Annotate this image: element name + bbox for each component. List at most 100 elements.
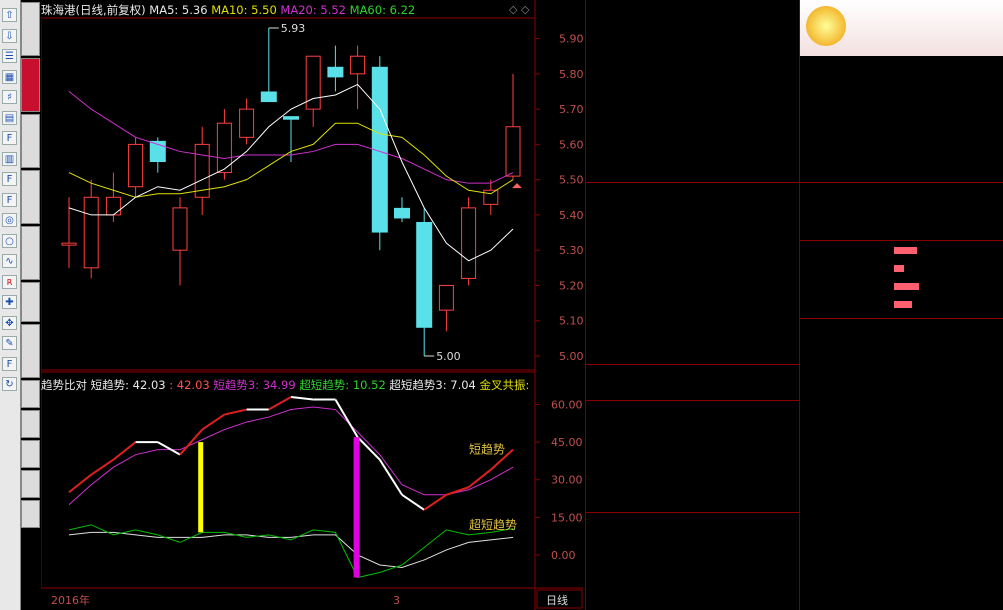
side-tab-11[interactable] bbox=[21, 500, 40, 528]
side-tab-9[interactable] bbox=[21, 440, 40, 468]
book-divider-4 bbox=[586, 512, 799, 513]
ask-row[interactable] bbox=[586, 110, 799, 128]
round-icon[interactable]: ◎ bbox=[2, 213, 17, 227]
ask-row[interactable] bbox=[586, 20, 799, 38]
y-tick-label: 5.00 bbox=[559, 350, 583, 363]
quote-panel bbox=[799, 0, 1003, 610]
ask-row[interactable] bbox=[586, 92, 799, 110]
news-icon[interactable]: ▤ bbox=[2, 110, 17, 125]
ask-row[interactable] bbox=[586, 128, 799, 146]
finance-icon[interactable]: ▥ bbox=[2, 151, 17, 166]
book-divider bbox=[586, 182, 799, 183]
ask-row[interactable] bbox=[586, 38, 799, 56]
f-icon[interactable]: F bbox=[2, 172, 17, 186]
candle-body-up bbox=[438, 284, 454, 311]
bid-row[interactable] bbox=[586, 220, 799, 238]
ind-tick-label: 0.00 bbox=[551, 549, 576, 562]
candle-body-down bbox=[394, 207, 410, 219]
fiz-icon[interactable]: F bbox=[2, 192, 17, 207]
refresh-icon[interactable]: ↻ bbox=[2, 377, 17, 391]
ultra-trend-label: 超短趋势 bbox=[469, 517, 517, 532]
ask-row[interactable] bbox=[586, 164, 799, 182]
left-toolbar: ⇧ ⇩ ☰ ▦ ♯ ▤ F ▥ F F ◎ ○ ∿ R ✚ ✥ ✎ F ↻ bbox=[0, 0, 21, 610]
short-trend-segment bbox=[90, 458, 114, 476]
bar-chart-icon[interactable]: ▦ bbox=[2, 69, 17, 84]
up-arrow-icon[interactable]: ⇧ bbox=[2, 8, 17, 22]
fs-icon[interactable]: F bbox=[2, 356, 17, 371]
candle-body-down bbox=[327, 66, 344, 78]
ask-row[interactable] bbox=[586, 146, 799, 164]
candle-body-up bbox=[461, 207, 477, 279]
bid-row[interactable] bbox=[586, 184, 799, 202]
y-tick-label: 5.60 bbox=[559, 138, 583, 151]
short-trend-segment bbox=[334, 399, 359, 438]
macd-icon[interactable]: ∿ bbox=[2, 254, 17, 268]
short-trend-segment bbox=[423, 493, 447, 511]
ask-row[interactable] bbox=[586, 2, 799, 20]
candle-body-down bbox=[283, 116, 299, 120]
bid-row[interactable] bbox=[586, 238, 799, 256]
bid-row[interactable] bbox=[586, 346, 799, 364]
ind-tick-label: 15.00 bbox=[551, 511, 583, 524]
side-tab-7[interactable] bbox=[21, 380, 40, 408]
bid-row[interactable] bbox=[586, 292, 799, 310]
x-axis-year: 2016年 bbox=[51, 593, 90, 607]
bid-row[interactable] bbox=[586, 274, 799, 292]
dot-icon[interactable]: ○ bbox=[2, 233, 17, 248]
low-marker-label: 5.00 bbox=[436, 350, 461, 363]
y-tick-label: 5.10 bbox=[559, 315, 583, 328]
bid-row[interactable] bbox=[586, 256, 799, 274]
down-arrow-icon[interactable]: ⇩ bbox=[2, 28, 17, 43]
ask-row[interactable] bbox=[586, 56, 799, 74]
ask-row[interactable] bbox=[586, 74, 799, 92]
pen-icon[interactable]: ✎ bbox=[2, 336, 17, 350]
short-trend-segment bbox=[68, 473, 92, 494]
quote-divider bbox=[800, 182, 1003, 183]
ultra-trend-line bbox=[68, 524, 514, 579]
candle-body-down bbox=[416, 221, 433, 328]
chart-area[interactable]: 珠海港(日线,前复权) MA5: 5.36 MA10: 5.50 MA20: 5… bbox=[41, 0, 583, 610]
side-tab-8[interactable] bbox=[21, 410, 40, 438]
quote-divider-2 bbox=[800, 240, 1003, 241]
candle-body-up bbox=[350, 55, 366, 75]
kline-chart[interactable]: 5.90 5.80 5.70 5.60 5.50 5.40 5.30 5.20 5.10 5.00… bbox=[41, 0, 583, 610]
site-logo bbox=[800, 0, 1003, 56]
candle-body-up bbox=[105, 196, 121, 216]
bid-row[interactable] bbox=[586, 328, 799, 346]
candle-body-up bbox=[239, 108, 255, 138]
candle-body-down bbox=[260, 91, 277, 103]
f10-icon[interactable]: F bbox=[2, 131, 17, 145]
y-tick-label: 5.40 bbox=[559, 209, 583, 222]
book-divider-3 bbox=[586, 400, 799, 401]
y-tick-label: 5.20 bbox=[559, 279, 583, 292]
side-tab-6[interactable] bbox=[21, 324, 40, 378]
short-trend-segment bbox=[157, 441, 181, 456]
side-tab-0[interactable] bbox=[21, 2, 40, 56]
ind-tick-label: 45.00 bbox=[551, 436, 583, 449]
side-tab-10[interactable] bbox=[21, 470, 40, 498]
short-trend-segment bbox=[290, 396, 314, 401]
side-tab-2[interactable] bbox=[21, 114, 40, 168]
quote-divider-3 bbox=[800, 318, 1003, 319]
rsi-icon[interactable]: R bbox=[2, 274, 17, 289]
ind-tick-label: 60.00 bbox=[551, 399, 583, 412]
short-trend-segment bbox=[268, 396, 292, 411]
side-tab-4[interactable] bbox=[21, 226, 40, 280]
y-tick-label: 5.30 bbox=[559, 244, 583, 257]
side-tab-5[interactable] bbox=[21, 282, 40, 322]
order-book bbox=[585, 0, 799, 610]
list-icon[interactable]: ☰ bbox=[2, 49, 17, 63]
short-trend-segment bbox=[401, 493, 425, 511]
short-trend-segment bbox=[378, 459, 403, 496]
side-tab-3[interactable] bbox=[21, 170, 40, 224]
cross-icon[interactable]: ✚ bbox=[2, 295, 17, 309]
candle-icon[interactable]: ♯ bbox=[2, 90, 17, 104]
signal-bar-yellow bbox=[198, 442, 204, 533]
price-pane-frame bbox=[41, 17, 536, 371]
side-tab-1[interactable] bbox=[21, 58, 40, 112]
move-icon[interactable]: ✥ bbox=[2, 315, 17, 330]
price-arrow-marker bbox=[512, 183, 522, 189]
bid-row[interactable] bbox=[586, 202, 799, 220]
candle-body-up bbox=[83, 196, 99, 269]
bid-row[interactable] bbox=[586, 310, 799, 328]
